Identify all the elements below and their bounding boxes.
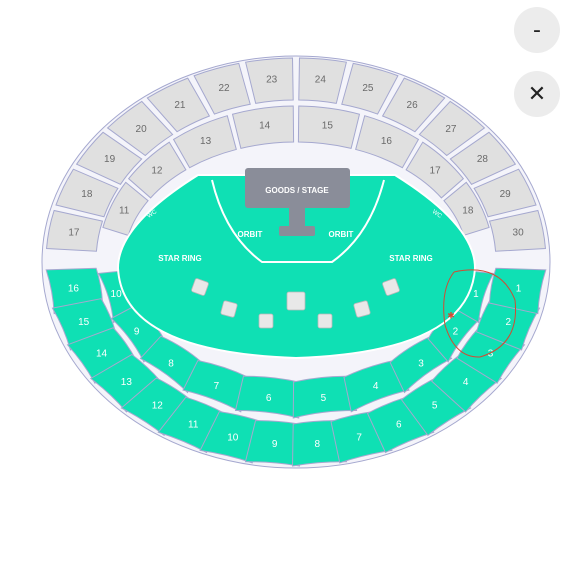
floor-pod[interactable] bbox=[258, 313, 274, 329]
outer-section-19-label: 19 bbox=[104, 154, 116, 165]
outer-section-1-label: 1 bbox=[516, 283, 522, 294]
star-ring-right-label: STAR RING bbox=[389, 254, 432, 263]
outer-section-17-label: 17 bbox=[68, 227, 80, 238]
inner-section-18-label: 18 bbox=[462, 206, 474, 217]
inner-section-9-label: 9 bbox=[134, 327, 140, 338]
venue-seat-map: 17181920212223 24252627282930161514131211… bbox=[41, 55, 551, 469]
outer-section-16-label: 16 bbox=[68, 283, 80, 294]
outer-section-25-label: 25 bbox=[362, 83, 374, 94]
floor-pod[interactable] bbox=[286, 291, 306, 311]
outer-section-22-label: 22 bbox=[219, 83, 231, 94]
outer-section-9-label: 9 bbox=[272, 439, 278, 450]
inner-section-15-label: 15 bbox=[322, 121, 334, 132]
inner-section-2-label: 2 bbox=[453, 327, 459, 338]
outer-section-5-label: 5 bbox=[432, 401, 438, 412]
inner-section-14-label: 14 bbox=[259, 121, 271, 132]
inner-section-12-label: 12 bbox=[151, 166, 163, 177]
zoom-out-button[interactable]: - bbox=[514, 7, 560, 53]
outer-section-12-label: 12 bbox=[152, 401, 164, 412]
outer-section-27-label: 27 bbox=[445, 124, 457, 135]
inner-section-7-label: 7 bbox=[214, 381, 220, 392]
inner-section-11-label: 11 bbox=[119, 206, 130, 217]
outer-section-14-label: 14 bbox=[96, 349, 108, 360]
inner-section-16-label: 16 bbox=[381, 136, 393, 147]
outer-section-28-label: 28 bbox=[477, 154, 489, 165]
inner-section-5-label: 5 bbox=[321, 393, 327, 404]
inner-section-1-label: 1 bbox=[473, 289, 479, 300]
outer-section-21-label: 21 bbox=[174, 100, 186, 111]
annotation-mark: ✱ bbox=[447, 312, 455, 322]
outer-section-11-label: 11 bbox=[188, 419, 199, 430]
close-button[interactable]: ✕ bbox=[514, 71, 560, 117]
outer-section-13-label: 13 bbox=[121, 377, 133, 388]
floor-pod[interactable] bbox=[353, 300, 371, 318]
inner-section-13-label: 13 bbox=[200, 136, 212, 147]
inner-section-3-label: 3 bbox=[418, 358, 424, 369]
inner-section-10-label: 10 bbox=[111, 289, 123, 300]
outer-section-18-label: 18 bbox=[81, 189, 93, 200]
outer-section-30-label: 30 bbox=[513, 227, 525, 238]
outer-section-26-label: 26 bbox=[407, 100, 419, 111]
orbit-right-label: ORBIT bbox=[329, 230, 354, 239]
floor-pod[interactable] bbox=[220, 300, 238, 318]
outer-section-23-label: 23 bbox=[266, 75, 278, 86]
star-ring-left-label: STAR RING bbox=[158, 254, 201, 263]
inner-section-8-label: 8 bbox=[168, 358, 174, 369]
outer-section-2-label: 2 bbox=[506, 317, 512, 328]
inner-section-4-label: 4 bbox=[373, 381, 379, 392]
outer-section-15-label: 15 bbox=[78, 317, 90, 328]
outer-section-6-label: 6 bbox=[396, 419, 402, 430]
outer-section-20-label: 20 bbox=[136, 124, 148, 135]
inner-section-6-label: 6 bbox=[266, 393, 272, 404]
outer-section-29-label: 29 bbox=[500, 189, 512, 200]
stage-label: GOODS / STAGE bbox=[265, 186, 329, 195]
orbit-left-label: ORBIT bbox=[238, 230, 263, 239]
floor-pod[interactable] bbox=[317, 313, 333, 329]
inner-section-17-label: 17 bbox=[430, 166, 442, 177]
outer-section-24-label: 24 bbox=[315, 75, 327, 86]
outer-section-7-label: 7 bbox=[356, 432, 362, 443]
outer-section-4-label: 4 bbox=[463, 377, 469, 388]
outer-section-10-label: 10 bbox=[227, 432, 239, 443]
outer-section-8-label: 8 bbox=[315, 439, 321, 450]
